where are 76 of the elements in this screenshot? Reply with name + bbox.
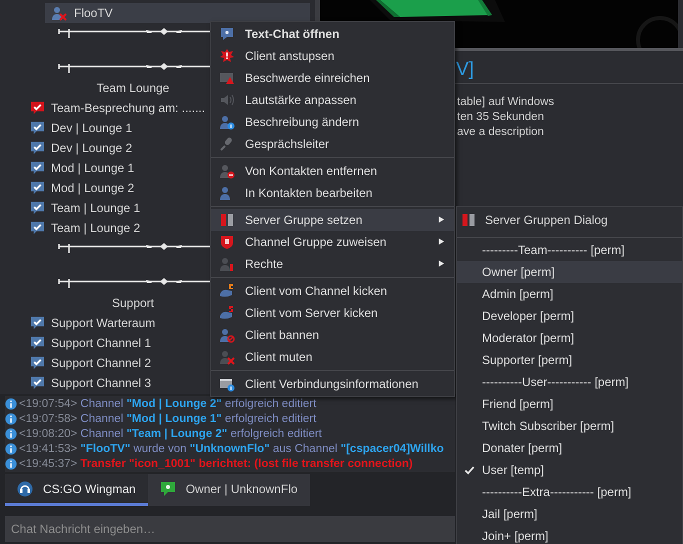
menu-item[interactable]: Von Kontakten entfernen [211,160,454,182]
log-line: <19:08:20> Channel "Team | Lounge 2" erfolgreich editiert [19,428,322,440]
menu-item[interactable]: Supporter [perm] [457,349,682,371]
menu-item[interactable]: ---------Team---------- [perm] [457,239,682,261]
menu-item[interactable]: Donater [perm] [457,437,682,459]
menu-item[interactable]: Server Gruppe setzen [211,209,454,231]
chat-input-field[interactable]: Chat Nachricht eingeben… [5,516,455,542]
menu-item[interactable]: Friend [perm] [457,393,682,415]
menu-item[interactable]: Owner [perm] [457,261,682,283]
mute-icon [219,349,235,365]
channel-name[interactable]: Mod | Lounge 2 [51,181,134,195]
menu-item[interactable]: Client vom Server kicken [211,302,454,324]
channel-name[interactable]: Team | Lounge 2 [51,221,140,235]
menu-item[interactable]: Admin [perm] [457,283,682,305]
menu-item[interactable]: Channel Gruppe zuweisen [211,231,454,253]
info-title: V] [456,59,474,81]
channel-name[interactable]: Support Warteraum [51,316,156,330]
log-line: <19:07:54> Channel "Mod | Lounge 2" erfolgreich editiert [19,398,316,410]
menu-item[interactable]: Client vom Channel kicken [211,280,454,302]
menu-item[interactable]: Join+ [perm] [457,525,682,544]
menu-item[interactable]: Moderator [perm] [457,327,682,349]
info-window-icon [219,376,235,392]
menu-item[interactable]: ----------User----------- [perm] [457,371,682,393]
channel-name[interactable]: Team | Lounge 1 [51,201,140,215]
channel-name[interactable]: Dev | Lounge 2 [51,141,132,155]
info-text: table] auf Windows [457,96,554,110]
spacer-title: Team Lounge [96,81,170,95]
channel-name[interactable]: Support Channel 1 [51,336,152,350]
chat-bubble-icon [219,26,235,42]
info-icon [5,442,17,454]
log-line: <19:07:58> Channel "Mod | Lounge 1" erfolgreich editiert [19,412,316,424]
menu-item[interactable]: Server Gruppen Dialog [457,207,682,233]
channel-name[interactable]: Support Channel 2 [51,356,152,370]
log-line: <19:45:37> Transfer "icon_1001" berichtet: (lost file transfer connection) [19,458,413,470]
menu-item[interactable]: Developer [perm] [457,305,682,327]
info-icon [5,428,17,440]
menu-item[interactable]: User [temp] [457,459,682,481]
tree-client-row[interactable]: FlooTV [45,3,310,23]
alert-icon [219,48,235,64]
mail-warning-icon [219,70,235,86]
menu-item[interactable]: Jail [perm] [457,503,682,525]
muted-user-icon [50,5,68,21]
menu-item[interactable]: Client muten [211,346,454,368]
chat-bubble-icon [160,480,176,496]
chat-tab[interactable]: Owner | UnknownFlo [148,474,310,506]
microphone-icon [219,136,235,152]
headset-icon [17,480,33,496]
menu-item[interactable]: Client Verbindungsinformationen [211,373,454,395]
menu-item[interactable]: Client anstupsen [211,45,454,67]
info-icon [5,412,17,424]
user-remove-icon [219,163,235,179]
chat-tab[interactable]: CS:GO Wingman [5,474,148,506]
menu-item[interactable]: Beschreibung ändern [211,111,454,133]
menu-item[interactable]: Beschwerde einreichen [211,67,454,89]
menu-item[interactable]: Gesprächsleiter [211,133,454,155]
info-text: ave a description [457,126,544,140]
menu-item[interactable]: Text-Chat öffnen [211,23,454,45]
spacer-title: Support [112,296,154,310]
channel-name[interactable]: Support Channel 3 [51,376,152,390]
info-icon [5,398,17,410]
menu-item[interactable]: In Kontakten bearbeiten [211,182,454,204]
user-info-icon [219,114,235,130]
menu-item[interactable]: Lautstärke anpassen [211,89,454,111]
log-line: <19:41:53> "FlooTV" wurde von "UnknownFlo" aus Channel "[cspacer04]Willko [19,442,444,454]
menu-item[interactable]: Client bannen [211,324,454,346]
channel-name[interactable]: Team-Besprechung am: ....... [51,101,206,115]
menu-item[interactable]: Twitch Subscriber [perm] [457,415,682,437]
channel-name[interactable]: Mod | Lounge 1 [51,161,134,175]
channel-name[interactable]: Dev | Lounge 1 [51,121,132,135]
ban-icon [219,327,235,343]
speaker-icon [219,92,235,108]
menu-item[interactable]: ----------Extra----------- [perm] [457,481,682,503]
info-text: ten 35 Sekunden [457,111,544,125]
shield-icon [219,234,235,250]
info-icon [5,458,17,470]
menu-item[interactable]: Rechte [211,253,454,275]
